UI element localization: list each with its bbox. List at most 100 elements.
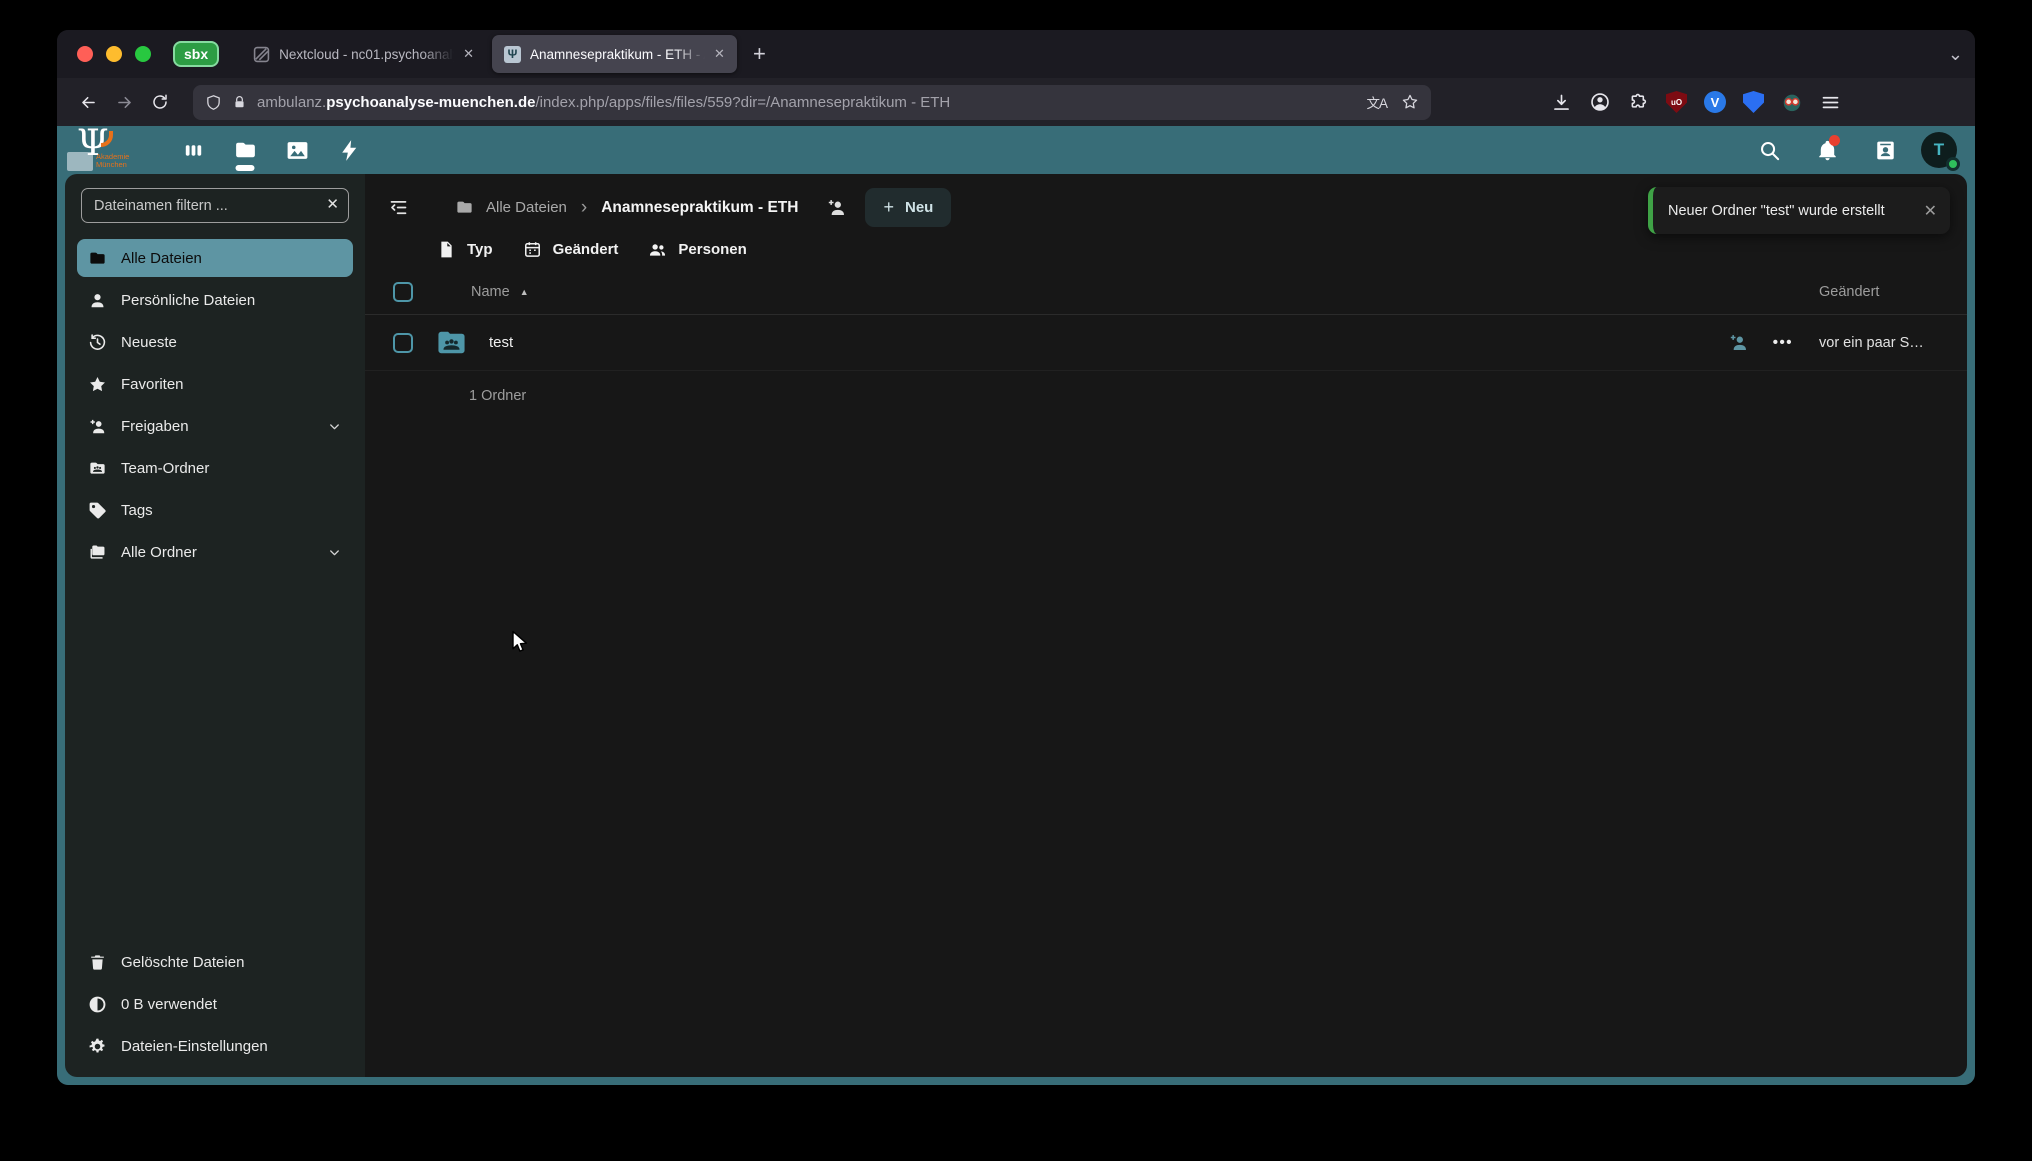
breadcrumb-folder-icon[interactable] <box>455 198 474 217</box>
url-domain: psychoanalyse-muenchen.de <box>326 94 535 111</box>
macos-traffic-lights <box>77 46 151 62</box>
sidebar-item-label: Alle Ordner <box>121 544 197 561</box>
firefox-window: sbx Nextcloud - nc01.psychoanalyse ✕ Ψ A… <box>57 30 1975 1085</box>
share-folder-icon[interactable] <box>826 197 847 218</box>
quota-icon <box>88 995 107 1014</box>
search-icon <box>1758 139 1781 162</box>
folder-icon <box>88 249 107 268</box>
breadcrumb-current[interactable]: Anamnesepraktikum - ETH <box>601 199 798 217</box>
trash-icon <box>88 953 107 972</box>
extensions-puzzle-icon[interactable] <box>1628 92 1649 113</box>
sidebar-item-neueste[interactable]: Neueste <box>77 323 353 361</box>
row-share-icon[interactable] <box>1728 332 1749 353</box>
user-avatar[interactable]: T <box>1921 132 1957 168</box>
sort-ascending-icon[interactable]: ▲ <box>520 287 529 297</box>
chevron-down-icon[interactable] <box>327 545 342 560</box>
reload-button[interactable] <box>143 85 177 119</box>
vimium-icon[interactable]: V <box>1704 91 1726 113</box>
toast-close-icon[interactable]: ✕ <box>1924 201 1937 221</box>
row-actions-menu-icon[interactable]: ••• <box>1773 334 1793 351</box>
breadcrumb-root[interactable]: Alle Dateien <box>486 199 567 216</box>
active-app-indicator <box>236 165 255 171</box>
downloads-icon[interactable] <box>1551 92 1572 113</box>
account-icon[interactable] <box>1589 91 1611 113</box>
collapse-sidebar-icon <box>388 197 409 218</box>
filename-filter-input[interactable] <box>81 188 349 223</box>
tab-title: Anamnesepraktikum - ETH - Alle <box>530 47 705 62</box>
sidebar-item-alle-ordner[interactable]: Alle Ordner <box>77 533 353 571</box>
sidebar-item-alle-dateien[interactable]: Alle Dateien <box>77 239 353 277</box>
sidebar-item-label: Team-Ordner <box>121 460 209 477</box>
password-manager-shield-icon[interactable] <box>1743 91 1764 113</box>
consent-glasses-icon[interactable] <box>1781 91 1803 113</box>
select-all-checkbox[interactable] <box>393 282 413 302</box>
browser-tab-nextcloud[interactable]: Nextcloud - nc01.psychoanalyse ✕ <box>241 35 486 73</box>
collapse-sidebar-button[interactable] <box>381 191 415 225</box>
contacts-button[interactable] <box>1863 128 1907 172</box>
zoom-window-button[interactable] <box>135 46 151 62</box>
sidebar-item-label: Persönliche Dateien <box>121 292 255 309</box>
translate-page-icon[interactable]: 文A <box>1366 92 1387 112</box>
sidebar-item-label: Freigaben <box>121 418 189 435</box>
sandbox-badge[interactable]: sbx <box>173 41 219 68</box>
close-window-button[interactable] <box>77 46 93 62</box>
nextcloud-header: Ψ AkademieMünchen <box>57 126 1975 174</box>
ublock-origin-icon[interactable]: uO <box>1666 91 1687 113</box>
sidebar-item-tags[interactable]: Tags <box>77 491 353 529</box>
sidebar-item-favoriten[interactable]: Favoriten <box>77 365 353 403</box>
sidebar-item-freigaben[interactable]: Freigaben <box>77 407 353 445</box>
sidebar-item-persoenliche-dateien[interactable]: Persönliche Dateien <box>77 281 353 319</box>
app-files-button[interactable] <box>219 126 271 174</box>
bookmark-star-icon[interactable] <box>1401 93 1419 111</box>
site-favicon-icon: Ψ <box>504 46 521 63</box>
sidebar-item-geloeschte-dateien[interactable]: Gelöschte Dateien <box>77 943 353 981</box>
person-plus-icon <box>88 417 107 436</box>
notifications-button[interactable] <box>1805 128 1849 172</box>
back-button[interactable] <box>71 85 105 119</box>
chevron-down-icon[interactable] <box>327 419 342 434</box>
list-all-tabs-chevron-icon[interactable]: ⌄ <box>1948 44 1963 65</box>
tab-close-icon[interactable]: ✕ <box>463 46 474 62</box>
filter-chip-geaendert[interactable]: Geändert <box>523 240 619 259</box>
forward-button[interactable] <box>107 85 141 119</box>
browser-tab-anamnesepraktikum[interactable]: Ψ Anamnesepraktikum - ETH - Alle ✕ <box>492 35 737 73</box>
new-button[interactable]: + Neu <box>865 188 951 227</box>
sidebar-item-quota[interactable]: 0 B verwendet <box>77 985 353 1023</box>
column-header-modified[interactable]: Geändert <box>1819 284 1951 300</box>
row-checkbox[interactable] <box>393 333 413 353</box>
minimize-window-button[interactable] <box>106 46 122 62</box>
column-header-name[interactable]: Name <box>471 284 510 300</box>
sidebar-item-team-ordner[interactable]: Team-Ordner <box>77 449 353 487</box>
lock-icon[interactable] <box>232 95 247 110</box>
activity-lightning-icon <box>337 138 362 163</box>
tracking-shield-icon[interactable] <box>205 94 222 111</box>
new-tab-button[interactable]: + <box>753 41 766 67</box>
filter-chip-personen[interactable]: Personen <box>648 240 746 259</box>
shared-folder-icon[interactable] <box>435 326 468 359</box>
app-activity-button[interactable] <box>323 126 375 174</box>
filter-chip-typ[interactable]: Typ <box>437 240 493 259</box>
tab-close-icon[interactable]: ✕ <box>714 46 725 62</box>
app-photos-button[interactable] <box>271 126 323 174</box>
menu-hamburger-icon[interactable] <box>1820 92 1841 113</box>
clear-filter-icon[interactable]: ✕ <box>326 195 339 213</box>
files-folder-icon <box>233 138 258 163</box>
nextcloud-page: Ψ AkademieMünchen <box>57 126 1975 1085</box>
notification-dot <box>1829 135 1840 146</box>
new-button-label: Neu <box>905 199 933 216</box>
search-button[interactable] <box>1747 128 1791 172</box>
table-row[interactable]: test ••• vor ein paar S… <box>365 315 1967 371</box>
sidebar-item-label: Dateien-Einstellungen <box>121 1038 268 1055</box>
sidebar-item-label: Tags <box>121 502 153 519</box>
settings-gear-icon <box>88 1037 107 1056</box>
sidebar-item-dateien-einstellungen[interactable]: Dateien-Einstellungen <box>77 1027 353 1065</box>
dashboard-icon <box>181 138 206 163</box>
files-sidebar: ✕ Alle Dateien Persönliche Dateien Neues… <box>65 174 365 1077</box>
url-bar[interactable]: ambulanz.psychoanalyse-muenchen.de/index… <box>193 85 1431 120</box>
nextcloud-content: ✕ Alle Dateien Persönliche Dateien Neues… <box>65 174 1967 1077</box>
url-subdomain: ambulanz. <box>257 94 326 111</box>
file-name[interactable]: test <box>489 334 513 351</box>
akademie-muenchen-logo[interactable]: Ψ AkademieMünchen <box>65 127 143 173</box>
app-dashboard-button[interactable] <box>167 126 219 174</box>
team-folder-icon <box>88 459 107 478</box>
